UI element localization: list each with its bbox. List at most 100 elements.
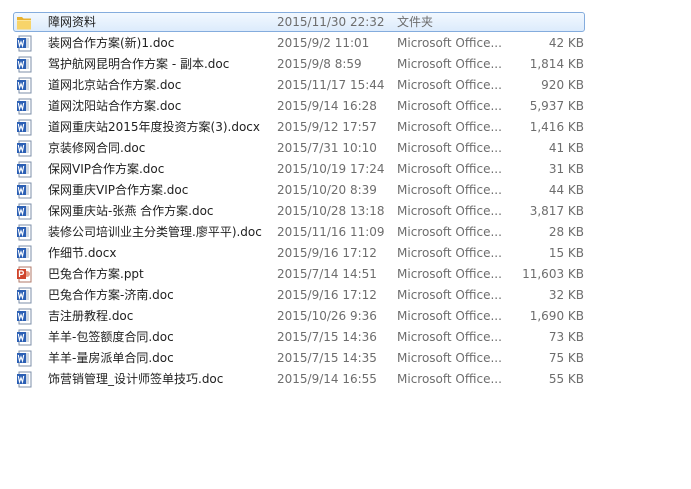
file-row[interactable]: 道网沈阳站合作方案.doc 2015/9/14 16:28 Microsoft … [0, 96, 691, 117]
file-name: 羊羊-量房派单合同.doc [48, 351, 174, 365]
file-name: 羊羊-包签额度合同.doc [48, 330, 174, 344]
file-size: 44 KB [548, 183, 584, 197]
file-date-modified: 2015/9/12 17:57 [277, 120, 377, 134]
file-size: 28 KB [548, 225, 584, 239]
file-type: Microsoft Office... [397, 267, 502, 281]
file-date-modified: 2015/9/8 8:59 [277, 57, 362, 71]
word-file-icon [16, 77, 32, 94]
file-row[interactable]: 道网北京站合作方案.doc 2015/11/17 15:44 Microsoft… [0, 75, 691, 96]
file-type: Microsoft Office... [397, 225, 502, 239]
word-file-icon [16, 203, 32, 220]
file-type: Microsoft Office... [397, 78, 502, 92]
file-date-modified: 2015/11/17 15:44 [277, 78, 385, 92]
file-date-modified: 2015/10/26 9:36 [277, 309, 377, 323]
word-file-icon [16, 308, 32, 325]
file-type: Microsoft Office... [397, 309, 502, 323]
file-name: 装网合作方案(新)1.doc [48, 36, 175, 50]
file-row[interactable]: 巴兔合作方案.ppt 2015/7/14 14:51 Microsoft Off… [0, 264, 691, 285]
file-date-modified: 2015/9/14 16:28 [277, 99, 377, 113]
word-file-icon [16, 56, 32, 73]
file-size: 11,603 KB [522, 267, 584, 281]
word-file-icon [16, 287, 32, 304]
file-date-modified: 2015/10/28 13:18 [277, 204, 385, 218]
file-name: 饰营销管理_设计师签单技巧.doc [48, 372, 224, 386]
file-type: Microsoft Office... [397, 120, 502, 134]
file-row[interactable]: 道网重庆站2015年度投资方案(3).docx 2015/9/12 17:57 … [0, 117, 691, 138]
file-type: Microsoft Office... [397, 162, 502, 176]
file-name: 巴兔合作方案.ppt [48, 267, 144, 281]
file-row[interactable]: 保网重庆VIP合作方案.doc 2015/10/20 8:39 Microsof… [0, 180, 691, 201]
file-row[interactable]: 保网重庆站-张燕 合作方案.doc 2015/10/28 13:18 Micro… [0, 201, 691, 222]
file-size: 1,814 KB [529, 57, 584, 71]
file-name: 保网VIP合作方案.doc [48, 162, 165, 176]
word-file-icon [16, 119, 32, 136]
file-row[interactable]: 饰营销管理_设计师签单技巧.doc 2015/9/14 16:55 Micros… [0, 369, 691, 390]
file-name: 道网重庆站2015年度投资方案(3).docx [48, 120, 261, 134]
file-row[interactable]: 作细节.docx 2015/9/16 17:12 Microsoft Offic… [0, 243, 691, 264]
file-type: Microsoft Office... [397, 36, 502, 50]
file-name: 道网沈阳站合作方案.doc [48, 99, 182, 113]
file-size: 41 KB [548, 141, 584, 155]
file-date-modified: 2015/10/19 17:24 [277, 162, 385, 176]
file-type: Microsoft Office... [397, 204, 502, 218]
word-file-icon [16, 350, 32, 367]
file-type: Microsoft Office... [397, 246, 502, 260]
word-file-icon [16, 98, 32, 115]
file-size: 75 KB [548, 351, 584, 365]
powerpoint-file-icon [16, 266, 32, 283]
file-size: 42 KB [548, 36, 584, 50]
file-name: 吉注册教程.doc [48, 309, 134, 323]
file-size: 32 KB [548, 288, 584, 302]
file-name: 京装修网合同.doc [48, 141, 146, 155]
word-file-icon [16, 245, 32, 262]
file-size: 3,817 KB [529, 204, 584, 218]
file-row[interactable]: 装网合作方案(新)1.doc 2015/9/2 11:01 Microsoft … [0, 33, 691, 54]
file-date-modified: 2015/11/16 11:09 [277, 225, 385, 239]
file-date-modified: 2015/9/16 17:12 [277, 288, 377, 302]
file-name: 巴兔合作方案-济南.doc [48, 288, 174, 302]
file-size: 1,416 KB [529, 120, 584, 134]
file-size: 920 KB [541, 78, 584, 92]
word-file-icon [16, 161, 32, 178]
file-date-modified: 2015/7/14 14:51 [277, 267, 377, 281]
file-date-modified: 2015/9/2 11:01 [277, 36, 370, 50]
file-row[interactable]: 吉注册教程.doc 2015/10/26 9:36 Microsoft Offi… [0, 306, 691, 327]
file-date-modified: 2015/9/16 17:12 [277, 246, 377, 260]
file-date-modified: 2015/7/15 14:35 [277, 351, 377, 365]
file-row[interactable]: 京装修网合同.doc 2015/7/31 10:10 Microsoft Off… [0, 138, 691, 159]
file-type: Microsoft Office... [397, 57, 502, 71]
file-row[interactable]: 障网资料 2015/11/30 22:32 文件夹 [0, 12, 691, 33]
word-file-icon [16, 140, 32, 157]
word-file-icon [16, 329, 32, 346]
file-size: 31 KB [548, 162, 584, 176]
word-file-icon [16, 371, 32, 388]
word-file-icon [16, 182, 32, 199]
file-size: 73 KB [548, 330, 584, 344]
file-size: 5,937 KB [529, 99, 584, 113]
file-type: Microsoft Office... [397, 351, 502, 365]
file-row[interactable]: 保网VIP合作方案.doc 2015/10/19 17:24 Microsoft… [0, 159, 691, 180]
file-date-modified: 2015/7/15 14:36 [277, 330, 377, 344]
file-type: Microsoft Office... [397, 330, 502, 344]
file-name: 保网重庆站-张燕 合作方案.doc [48, 204, 214, 218]
file-name: 作细节.docx [48, 246, 117, 260]
file-type: Microsoft Office... [397, 141, 502, 155]
file-type: Microsoft Office... [397, 183, 502, 197]
file-row[interactable]: 羊羊-包签额度合同.doc 2015/7/15 14:36 Microsoft … [0, 327, 691, 348]
word-file-icon [16, 224, 32, 241]
file-row[interactable]: 装修公司培训业主分类管理.廖平平).doc 2015/11/16 11:09 M… [0, 222, 691, 243]
file-date-modified: 2015/11/30 22:32 [277, 15, 385, 29]
file-name: 障网资料 [48, 15, 97, 29]
word-file-icon [16, 35, 32, 52]
file-type: Microsoft Office... [397, 372, 502, 386]
file-row[interactable]: 羊羊-量房派单合同.doc 2015/7/15 14:35 Microsoft … [0, 348, 691, 369]
folder-file-icon [16, 14, 32, 31]
file-row[interactable]: 巴兔合作方案-济南.doc 2015/9/16 17:12 Microsoft … [0, 285, 691, 306]
file-name: 装修公司培训业主分类管理.廖平平).doc [48, 225, 262, 239]
file-date-modified: 2015/9/14 16:55 [277, 372, 377, 386]
file-type: 文件夹 [397, 15, 434, 29]
file-row[interactable]: 驾护航网昆明合作方案 - 副本.doc 2015/9/8 8:59 Micros… [0, 54, 691, 75]
file-size: 1,690 KB [529, 309, 584, 323]
file-list: 障网资料 2015/11/30 22:32 文件夹 装网合作方案(新)1.doc… [0, 12, 691, 390]
file-date-modified: 2015/10/20 8:39 [277, 183, 377, 197]
